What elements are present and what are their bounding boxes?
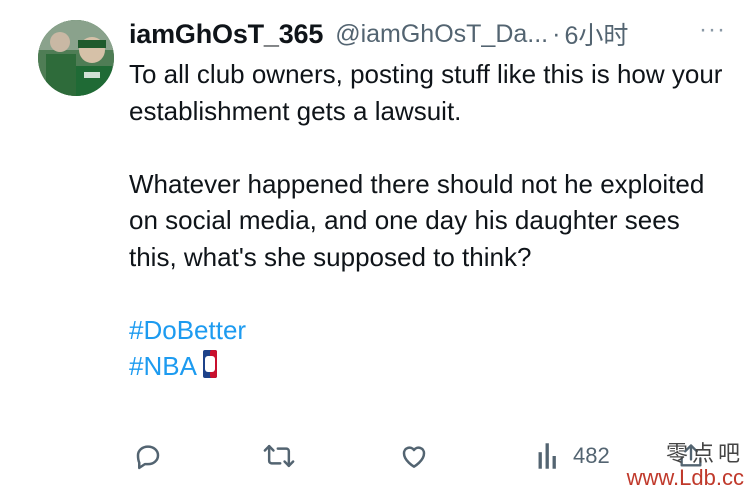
separator-dot: · — [552, 19, 561, 48]
reply-icon — [133, 441, 163, 471]
retweet-icon — [263, 441, 295, 471]
tweet-text: To all club owners, posting stuff like t… — [129, 56, 729, 388]
heart-icon — [399, 441, 429, 471]
views-count: 482 — [573, 443, 610, 468]
reply-button[interactable] — [133, 436, 163, 476]
avatar-image — [38, 20, 114, 96]
display-name[interactable]: iamGhOsT_365 — [129, 19, 323, 50]
timestamp[interactable]: 6小时 — [564, 16, 628, 52]
retweet-button[interactable] — [263, 436, 295, 476]
watermark-url: www.Ldb.cc — [626, 465, 744, 490]
hashtag-nba[interactable]: #NBA — [129, 351, 197, 381]
watermark: 零点吧 www.Ldb.cc — [627, 442, 744, 490]
like-button[interactable] — [399, 436, 429, 476]
hashtag-dobetter[interactable]: #DoBetter — [129, 312, 729, 349]
user-handle[interactable]: @iamGhOsT_Da... — [335, 20, 548, 49]
views-button[interactable]: 482 — [537, 436, 610, 476]
paragraph-2: Whatever happened there should not he ex… — [129, 168, 705, 272]
views-icon — [537, 442, 563, 470]
nba-logo-icon — [202, 350, 217, 388]
watermark-chinese: 零点吧 — [665, 441, 744, 466]
tweet-header: iamGhOsT_365 @iamGhOsT_Da... · 6小时 ··· — [129, 14, 730, 54]
paragraph-1: To all club owners, posting stuff like t… — [129, 59, 723, 126]
avatar[interactable] — [38, 20, 114, 96]
hashtag-line: #NBA — [129, 348, 729, 388]
more-options-icon[interactable]: ··· — [699, 16, 726, 44]
